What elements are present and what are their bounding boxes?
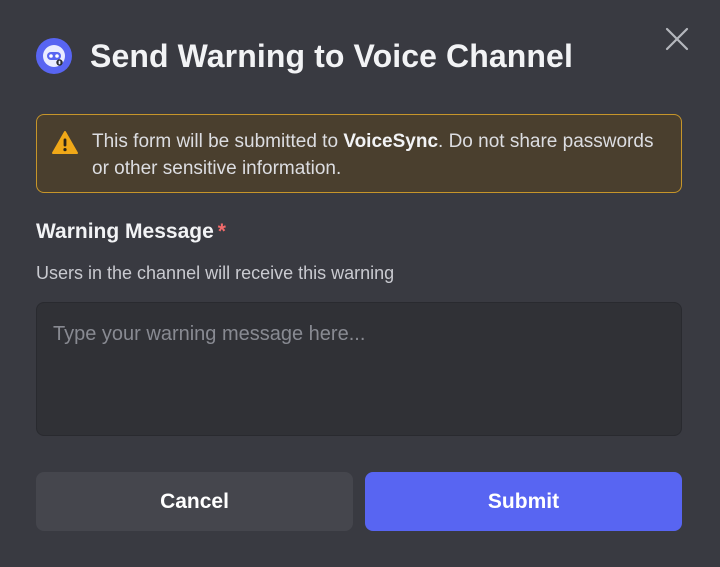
bot-avatar-icon — [36, 38, 72, 74]
required-indicator: * — [217, 220, 226, 243]
warning-message-input[interactable] — [36, 302, 682, 436]
close-button[interactable] — [660, 24, 694, 54]
notice-prefix: This form will be submitted to — [92, 131, 344, 152]
submit-button[interactable]: Submit — [365, 472, 682, 531]
field-label: Warning Message * — [36, 220, 226, 244]
warning-triangle-icon — [52, 131, 78, 154]
notice-text: This form will be submitted to VoiceSync… — [92, 128, 665, 182]
warning-notice: This form will be submitted to VoiceSync… — [36, 114, 682, 193]
field-label-text: Warning Message — [36, 220, 214, 243]
notice-app-name: VoiceSync — [343, 131, 439, 152]
close-icon — [665, 27, 689, 51]
modal-dialog: Send Warning to Voice Channel This form … — [0, 0, 720, 567]
cancel-button[interactable]: Cancel — [36, 472, 353, 531]
field-description: Users in the channel will receive this w… — [36, 263, 395, 283]
modal-header: Send Warning to Voice Channel — [36, 36, 573, 76]
modal-title: Send Warning to Voice Channel — [90, 37, 573, 74]
